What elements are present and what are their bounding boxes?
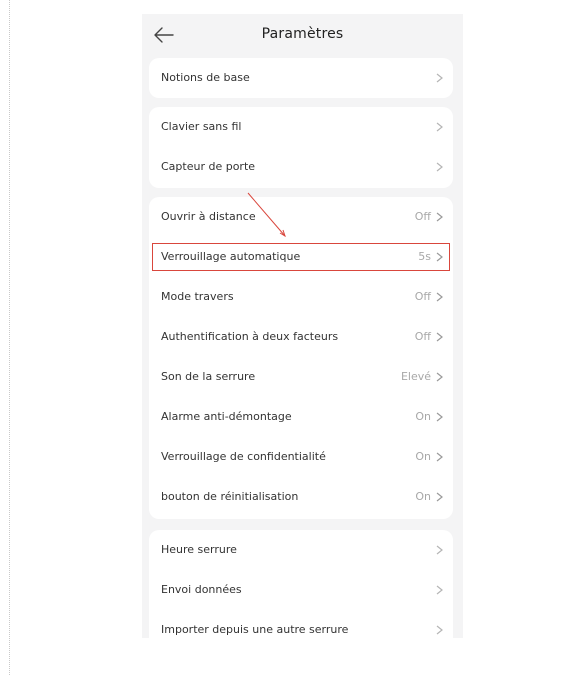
settings-item-ouvrir-a-distance[interactable]: Ouvrir à distance Off (149, 197, 453, 237)
settings-item-heure-serrure[interactable]: Heure serrure (149, 530, 453, 570)
chevron-right-icon (436, 585, 443, 595)
chevron-right-icon (436, 212, 443, 222)
settings-item-bouton-reinitialisation[interactable]: bouton de réinitialisation On (149, 477, 453, 517)
settings-item-label: Importer depuis une autre serrure (161, 623, 349, 636)
settings-item-value: Elevé (400, 370, 431, 383)
settings-item-value: 5s (418, 250, 431, 263)
settings-item-verrouillage-automatique[interactable]: Verrouillage automatique 5s (152, 243, 450, 271)
settings-group-lock-options: Ouvrir à distance Off Verrouillage autom… (149, 197, 453, 519)
chevron-right-icon (436, 332, 443, 342)
settings-item-son-de-la-serrure[interactable]: Son de la serrure Elevé (149, 357, 453, 397)
settings-item-label: Clavier sans fil (161, 120, 242, 133)
settings-item-label: Ouvrir à distance (161, 210, 256, 223)
settings-item-verrouillage-confidentialite[interactable]: Verrouillage de confidentialité On (149, 437, 453, 477)
settings-group-basics: Notions de base (149, 58, 453, 98)
settings-group-advanced: Heure serrure Envoi données Importer dep… (149, 530, 453, 638)
settings-item-notions-de-base[interactable]: Notions de base (149, 58, 453, 98)
header: Paramètres (142, 14, 463, 56)
settings-item-value: On (415, 410, 431, 423)
settings-item-envoi-donnees[interactable]: Envoi données (149, 570, 453, 610)
settings-item-value: Off (414, 210, 431, 223)
chevron-right-icon (436, 372, 443, 382)
settings-item-label: Mode travers (161, 290, 234, 303)
chevron-right-icon (436, 252, 443, 262)
chevron-right-icon (436, 412, 443, 422)
settings-item-label: Envoi données (161, 583, 242, 596)
chevron-right-icon (436, 73, 443, 83)
chevron-right-icon (436, 162, 443, 172)
chevron-right-icon (436, 292, 443, 302)
settings-item-label: Authentification à deux facteurs (161, 330, 339, 343)
chevron-right-icon (436, 122, 443, 132)
settings-item-value: On (415, 450, 431, 463)
settings-item-value: Off (414, 330, 431, 343)
settings-item-alarme-anti-demontage[interactable]: Alarme anti-démontage On (149, 397, 453, 437)
settings-item-label: bouton de réinitialisation (161, 490, 299, 503)
settings-item-verrouillage-automatique-wrap: Verrouillage automatique 5s (149, 237, 453, 277)
settings-item-value: On (415, 490, 431, 503)
settings-item-capteur-de-porte[interactable]: Capteur de porte (149, 147, 453, 187)
settings-item-label: Notions de base (161, 71, 250, 84)
settings-item-label: Son de la serrure (161, 370, 256, 383)
page-title: Paramètres (261, 26, 344, 42)
settings-group-accessories: Clavier sans fil Capteur de porte (149, 107, 453, 188)
chevron-right-icon (436, 492, 443, 502)
dotted-guide-line (9, 0, 10, 675)
settings-item-label: Heure serrure (161, 543, 237, 556)
settings-item-authentification-deux-facteurs[interactable]: Authentification à deux facteurs Off (149, 317, 453, 357)
settings-item-label: Verrouillage automatique (161, 250, 301, 263)
settings-item-label: Capteur de porte (161, 160, 256, 173)
settings-item-importer-autre-serrure[interactable]: Importer depuis une autre serrure (149, 610, 453, 638)
settings-item-mode-travers[interactable]: Mode travers Off (149, 277, 453, 317)
settings-screen: Paramètres Notions de base Clavier sans … (142, 14, 463, 638)
settings-item-label: Verrouillage de confidentialité (161, 450, 326, 463)
settings-item-label: Alarme anti-démontage (161, 410, 292, 423)
chevron-right-icon (436, 452, 443, 462)
settings-item-clavier-sans-fil[interactable]: Clavier sans fil (149, 107, 453, 147)
chevron-right-icon (436, 545, 443, 555)
settings-item-value: Off (414, 290, 431, 303)
chevron-right-icon (436, 625, 443, 635)
